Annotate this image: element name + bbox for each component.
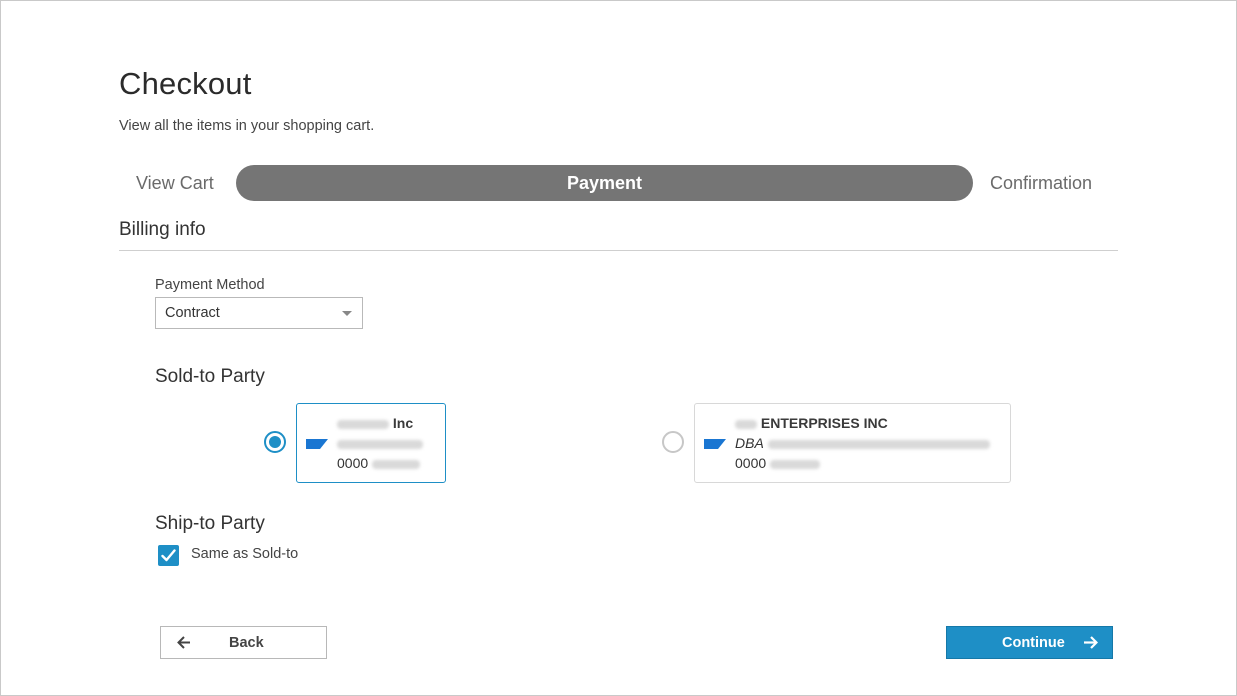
billing-info-heading: Billing info [119,219,206,240]
company-logo-icon [704,439,726,449]
ship-to-heading: Ship-to Party [155,513,265,534]
arrow-left-icon [177,636,190,649]
arrow-right-icon [1084,636,1098,649]
payment-method-select[interactable]: Contract [155,297,363,329]
redacted-text [337,439,423,449]
checkout-stepper: View Cart Payment Confirmation [119,165,1119,201]
sold-to-name-2: ENTERPRISES INC [735,415,888,431]
sold-to-account-2: 0000 [735,455,821,471]
page-subtitle: View all the items in your shopping cart… [119,118,375,134]
back-button-label: Back [229,635,264,651]
sold-to-account-1: 0000 [337,455,421,471]
step-payment: Payment [236,165,973,201]
page-title: Checkout [119,66,252,101]
checkmark-icon [161,549,176,562]
redacted-text [735,419,757,429]
same-as-sold-to-label: Same as Sold-to [191,546,299,562]
section-divider [119,250,1118,251]
redacted-text [770,459,821,469]
sold-to-dba-2: DBA [735,435,990,451]
redacted-text [767,439,990,449]
sold-to-address-1 [337,435,423,451]
step-view-cart[interactable]: View Cart [136,165,214,201]
redacted-text [337,419,389,429]
page-frame [0,0,1237,696]
sold-to-card-2[interactable]: ENTERPRISES INC DBA 0000 [694,403,1011,483]
payment-method-value: Contract [165,305,220,321]
sold-to-card-1[interactable]: Inc 0000 [296,403,446,483]
continue-button-label: Continue [1002,635,1065,651]
step-confirmation: Confirmation [990,173,1093,193]
same-as-sold-to-checkbox[interactable] [158,545,179,566]
payment-method-label: Payment Method [155,277,265,293]
redacted-text [372,459,421,469]
back-button[interactable]: Back [160,626,327,659]
company-logo-icon [306,439,328,449]
sold-to-heading: Sold-to Party [155,366,265,387]
sold-to-name-1: Inc [337,415,413,431]
sold-to-radio-1[interactable] [264,431,286,453]
sold-to-radio-2[interactable] [662,431,684,453]
chevron-down-icon [342,311,352,316]
continue-button[interactable]: Continue [946,626,1113,659]
